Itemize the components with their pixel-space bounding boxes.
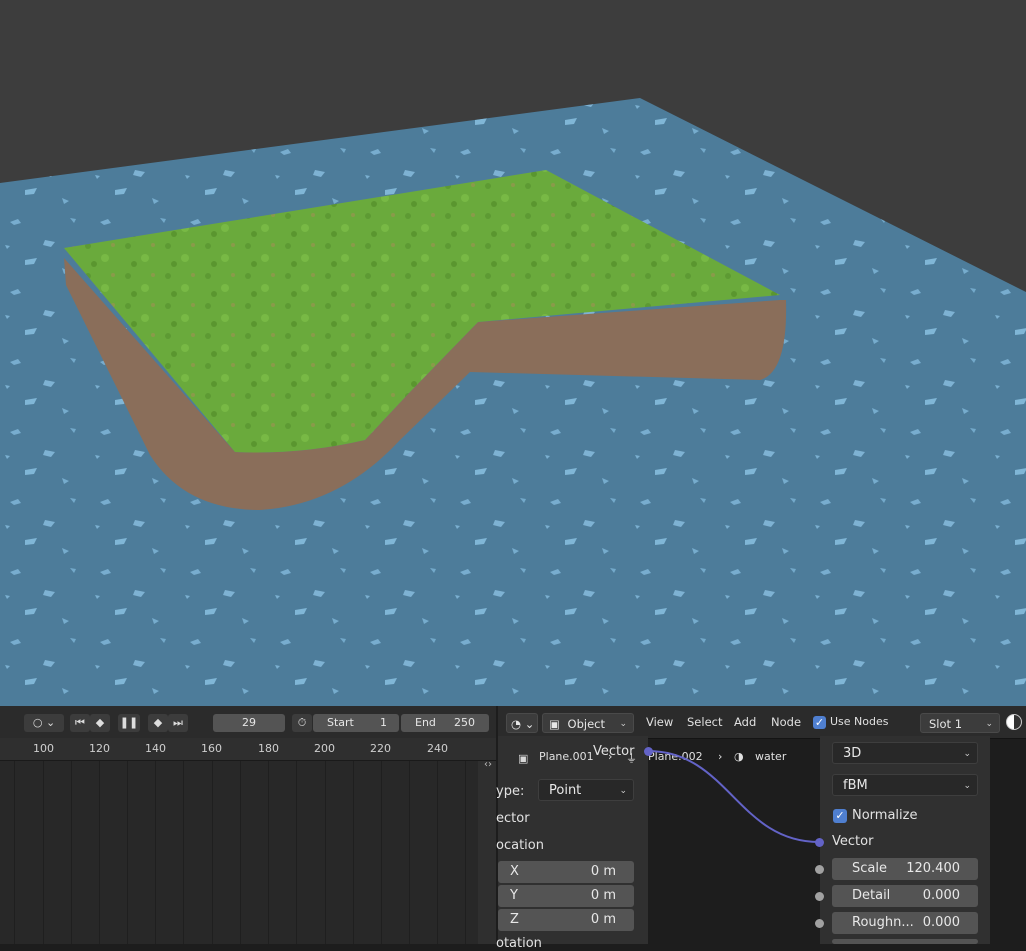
ruler-tick: 200 — [314, 742, 335, 755]
roughness-field[interactable]: Roughn... 0.000 — [832, 912, 978, 934]
vector-output-socket[interactable] — [644, 747, 653, 756]
viewport-scene — [0, 98, 1026, 706]
jump-prev-keyframe-icon[interactable]: ◆ — [90, 714, 110, 732]
region-toggle-icon[interactable]: ‹› — [484, 759, 492, 770]
scale-input-socket[interactable] — [815, 865, 824, 874]
scale-label: Scale — [852, 861, 887, 876]
timeline-editor: ○ ⌄ ⏮ ◆ ❚❚ ◆ ⏭ 29 ⏱ Start 1 End 250 100 … — [0, 706, 496, 944]
end-frame-value: 250 — [454, 716, 475, 729]
detail-input-socket[interactable] — [815, 892, 824, 901]
normalize-label: Normalize — [852, 808, 918, 823]
jump-next-keyframe-icon[interactable]: ◆ — [148, 714, 168, 732]
start-frame-value: 1 — [380, 716, 387, 729]
jump-end-icon[interactable]: ⏭ — [168, 714, 188, 732]
scale-field[interactable]: Scale 120.400 — [832, 858, 978, 880]
ruler-tick: 120 — [89, 742, 110, 755]
next-field[interactable] — [832, 939, 978, 944]
jump-start-icon[interactable]: ⏮ — [70, 714, 90, 732]
end-frame-label: End — [415, 716, 436, 729]
start-frame-label: Start — [327, 716, 354, 729]
timeline-ruler[interactable]: 100 120 140 160 180 200 220 240 — [0, 738, 496, 761]
stopwatch-icon[interactable]: ⏱ — [292, 714, 312, 732]
3d-viewport[interactable] — [0, 0, 1026, 706]
ruler-tick: 160 — [201, 742, 222, 755]
ruler-tick: 100 — [33, 742, 54, 755]
dimensions-value: 3D — [843, 746, 862, 761]
noise-type-dropdown[interactable]: fBM ⌄ — [832, 774, 978, 796]
timeline-header: ○ ⌄ ⏮ ◆ ❚❚ ◆ ⏭ 29 ⏱ Start 1 End 250 — [0, 706, 496, 739]
chevron-down-icon: ⌄ — [963, 749, 971, 759]
end-frame-field[interactable]: End 250 — [401, 714, 489, 732]
noise-type-value: fBM — [843, 778, 868, 793]
ruler-tick: 140 — [145, 742, 166, 755]
detail-field[interactable]: Detail 0.000 — [832, 885, 978, 907]
roughness-label: Roughn... — [852, 915, 914, 930]
ruler-tick: 240 — [427, 742, 448, 755]
keying-popover-button[interactable]: ○ ⌄ — [24, 714, 64, 732]
timeline-channels[interactable] — [0, 761, 478, 944]
ruler-tick: 220 — [370, 742, 391, 755]
dimensions-dropdown[interactable]: 3D ⌄ — [832, 742, 978, 764]
pause-icon[interactable]: ❚❚ — [118, 714, 140, 732]
vector-input-socket[interactable] — [815, 838, 824, 847]
noise-texture-node[interactable]: 3D ⌄ fBM ⌄ ✓ Normalize Vector Scale 120.… — [820, 736, 990, 944]
roughness-value: 0.000 — [922, 915, 960, 930]
detail-value: 0.000 — [922, 888, 960, 903]
normalize-checkbox[interactable]: ✓ — [833, 809, 847, 823]
roughness-input-socket[interactable] — [815, 919, 824, 928]
detail-label: Detail — [852, 888, 891, 903]
start-frame-field[interactable]: Start 1 — [313, 714, 399, 732]
ruler-tick: 180 — [258, 742, 279, 755]
shader-node-editor[interactable]: ◔ ⌄ ▣ Object ⌄ View Select Add Node ✓ Us… — [496, 706, 1026, 951]
vector-input-label: Vector — [832, 834, 874, 849]
timeline-scrollbar[interactable] — [478, 761, 496, 944]
chevron-down-icon: ⌄ — [963, 781, 971, 791]
current-frame-field[interactable]: 29 — [213, 714, 285, 732]
scale-value: 120.400 — [906, 861, 960, 876]
